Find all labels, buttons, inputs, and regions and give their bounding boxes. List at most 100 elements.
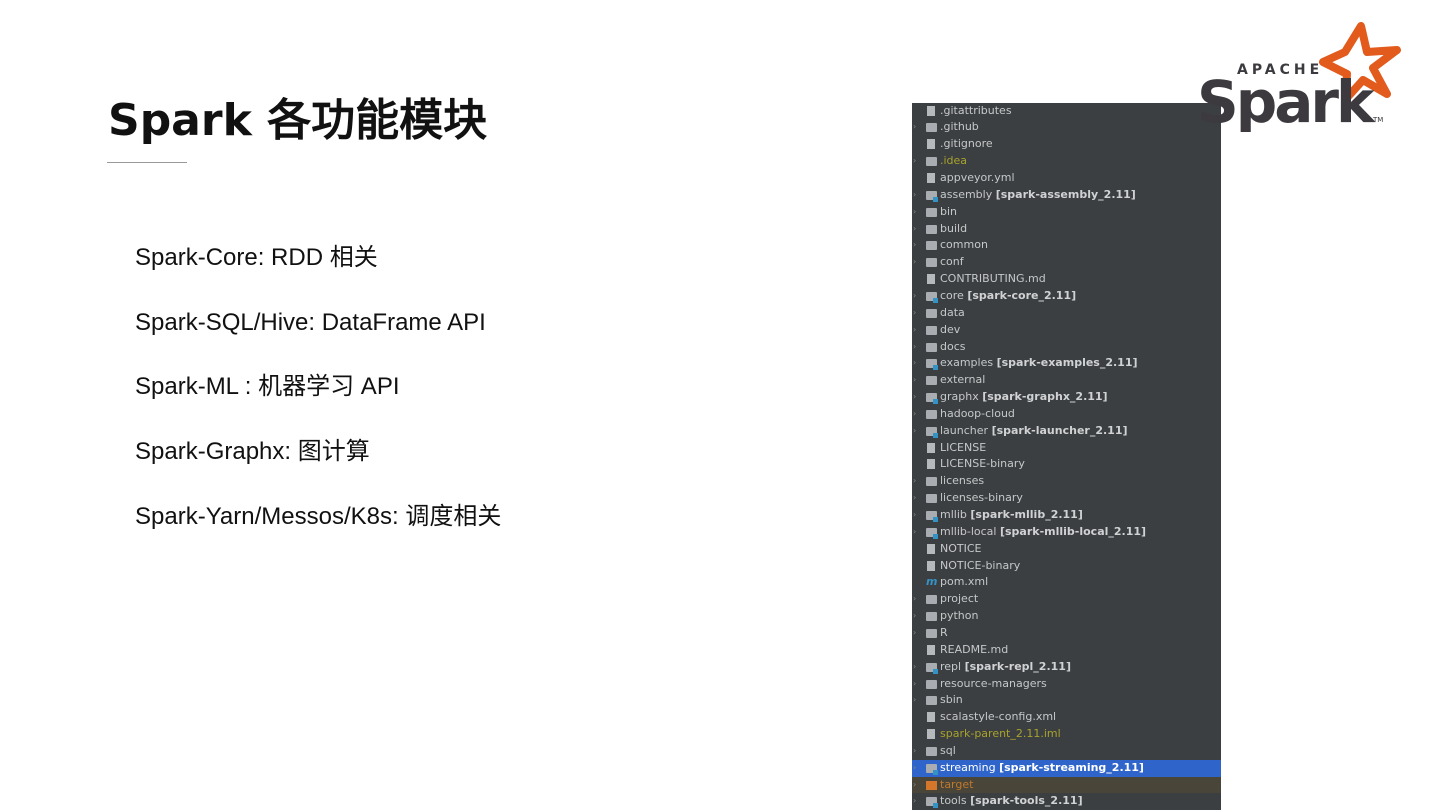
tree-item[interactable]: › repl [spark-repl_2.11] <box>912 659 1221 676</box>
expand-arrow-icon[interactable]: › <box>913 591 916 608</box>
expand-arrow-icon[interactable]: › <box>913 760 916 777</box>
item-name: sql <box>940 743 956 757</box>
tree-item[interactable]: › mllib-local [spark-mllib-local_2.11] <box>912 524 1221 541</box>
tree-item[interactable]: › sbin <box>912 692 1221 709</box>
tree-item[interactable]: NOTICE <box>912 541 1221 558</box>
expand-arrow-icon[interactable]: › <box>913 305 916 322</box>
expand-arrow-icon[interactable]: › <box>913 743 916 760</box>
expand-arrow-icon[interactable]: › <box>913 793 916 810</box>
tree-item[interactable]: › licenses-binary <box>912 490 1221 507</box>
expand-arrow-icon[interactable]: › <box>913 119 916 136</box>
expand-arrow-icon[interactable]: › <box>913 676 916 693</box>
item-name: CONTRIBUTING.md <box>940 272 1046 286</box>
tree-item[interactable]: › assembly [spark-assembly_2.11] <box>912 187 1221 204</box>
tree-item[interactable]: › docs <box>912 339 1221 356</box>
item-name: core <box>940 288 964 302</box>
tree-item[interactable]: › hadoop-cloud <box>912 406 1221 423</box>
tree-item[interactable]: › .github <box>912 119 1221 136</box>
tree-item-label: hadoop-cloud <box>940 406 1015 423</box>
file-icon <box>927 729 935 740</box>
tree-item[interactable]: .gitattributes <box>912 103 1221 119</box>
tree-item[interactable]: › tools [spark-tools_2.11] <box>912 793 1221 810</box>
item-name: R <box>940 625 948 639</box>
expand-arrow-icon[interactable]: › <box>913 339 916 356</box>
tree-item[interactable]: › graphx [spark-graphx_2.11] <box>912 389 1221 406</box>
tree-item[interactable]: › project <box>912 591 1221 608</box>
tree-item[interactable]: › resource-managers <box>912 676 1221 693</box>
tree-item[interactable]: › common <box>912 237 1221 254</box>
tree-item[interactable]: › .idea <box>912 153 1221 170</box>
tree-item[interactable]: LICENSE <box>912 440 1221 457</box>
tree-item[interactable]: › R <box>912 625 1221 642</box>
tree-item[interactable]: appveyor.yml <box>912 170 1221 187</box>
tree-item[interactable]: › target <box>912 776 1221 794</box>
module-name: [spark-repl_2.11] <box>964 659 1071 673</box>
file-icon <box>927 442 935 453</box>
tree-item[interactable]: › sql <box>912 743 1221 760</box>
item-name: mllib-local <box>940 524 997 538</box>
expand-arrow-icon[interactable]: › <box>913 237 916 254</box>
tree-item[interactable]: › licenses <box>912 473 1221 490</box>
tree-item[interactable]: README.md <box>912 642 1221 659</box>
tree-item[interactable]: › mllib [spark-mllib_2.11] <box>912 507 1221 524</box>
tree-item[interactable]: scalastyle-config.xml <box>912 709 1221 726</box>
expand-arrow-icon[interactable]: › <box>913 473 916 490</box>
tree-item[interactable]: NOTICE-binary <box>912 558 1221 575</box>
expand-arrow-icon[interactable]: › <box>913 204 916 221</box>
expand-arrow-icon[interactable]: › <box>913 372 916 389</box>
tree-item[interactable]: LICENSE-binary <box>912 456 1221 473</box>
module-name: [spark-launcher_2.11] <box>991 423 1128 437</box>
expand-arrow-icon[interactable]: › <box>913 187 916 204</box>
expand-arrow-icon[interactable]: › <box>913 490 916 507</box>
expand-arrow-icon[interactable]: › <box>913 355 916 372</box>
expand-arrow-icon[interactable]: › <box>913 153 916 170</box>
tree-item[interactable]: m pom.xml <box>912 574 1221 591</box>
expand-arrow-icon[interactable]: › <box>913 625 916 642</box>
tree-item-label: mllib [spark-mllib_2.11] <box>940 507 1083 524</box>
expand-arrow-icon[interactable]: › <box>913 524 916 541</box>
expand-arrow-icon[interactable]: › <box>913 322 916 339</box>
folder-icon <box>926 224 937 234</box>
module-name: [spark-core_2.11] <box>967 288 1077 302</box>
expand-arrow-icon[interactable]: › <box>913 406 916 423</box>
item-name: spark-parent_2.11.iml <box>940 727 1061 741</box>
tree-item[interactable]: .gitignore <box>912 136 1221 153</box>
tree-item-label: tools [spark-tools_2.11] <box>940 793 1083 810</box>
expand-arrow-icon[interactable]: › <box>913 659 916 676</box>
tree-item[interactable]: › dev <box>912 322 1221 339</box>
folder-icon <box>926 123 937 133</box>
tree-item[interactable]: › conf <box>912 254 1221 271</box>
expand-arrow-icon[interactable]: › <box>913 692 916 709</box>
tree-item[interactable]: › streaming [spark-streaming_2.11] <box>912 759 1221 777</box>
tree-item[interactable]: › data <box>912 305 1221 322</box>
project-file-tree[interactable]: .gitattributes › .github .gitignore › .idea ap… <box>912 103 1221 810</box>
expand-arrow-icon[interactable]: › <box>913 254 916 271</box>
tree-item[interactable]: spark-parent_2.11.iml <box>912 726 1221 743</box>
tree-item[interactable]: CONTRIBUTING.md <box>912 271 1221 288</box>
item-name: licenses-binary <box>940 491 1023 505</box>
expand-arrow-icon[interactable]: › <box>913 221 916 238</box>
expand-arrow-icon[interactable]: › <box>913 608 916 625</box>
tree-item-label: dev <box>940 322 960 339</box>
tree-item-label: python <box>940 608 978 625</box>
tree-item-label: spark-parent_2.11.iml <box>940 726 1061 743</box>
expand-arrow-icon[interactable]: › <box>913 389 916 406</box>
expand-arrow-icon[interactable]: › <box>913 777 916 794</box>
tree-item[interactable]: › bin <box>912 204 1221 221</box>
tree-item-label: README.md <box>940 642 1008 659</box>
expand-arrow-icon[interactable]: › <box>913 288 916 305</box>
item-name: repl <box>940 659 962 673</box>
item-name: graphx <box>940 390 979 404</box>
tree-item-label: data <box>940 305 965 322</box>
tree-item[interactable]: › python <box>912 608 1221 625</box>
folder-icon <box>926 477 937 487</box>
tree-item[interactable]: › external <box>912 372 1221 389</box>
module-folder-icon <box>926 797 938 809</box>
item-name: external <box>940 373 986 387</box>
tree-item[interactable]: › examples [spark-examples_2.11] <box>912 355 1221 372</box>
expand-arrow-icon[interactable]: › <box>913 423 916 440</box>
expand-arrow-icon[interactable]: › <box>913 507 916 524</box>
tree-item[interactable]: › build <box>912 221 1221 238</box>
tree-item[interactable]: › launcher [spark-launcher_2.11] <box>912 423 1221 440</box>
tree-item[interactable]: › core [spark-core_2.11] <box>912 288 1221 305</box>
